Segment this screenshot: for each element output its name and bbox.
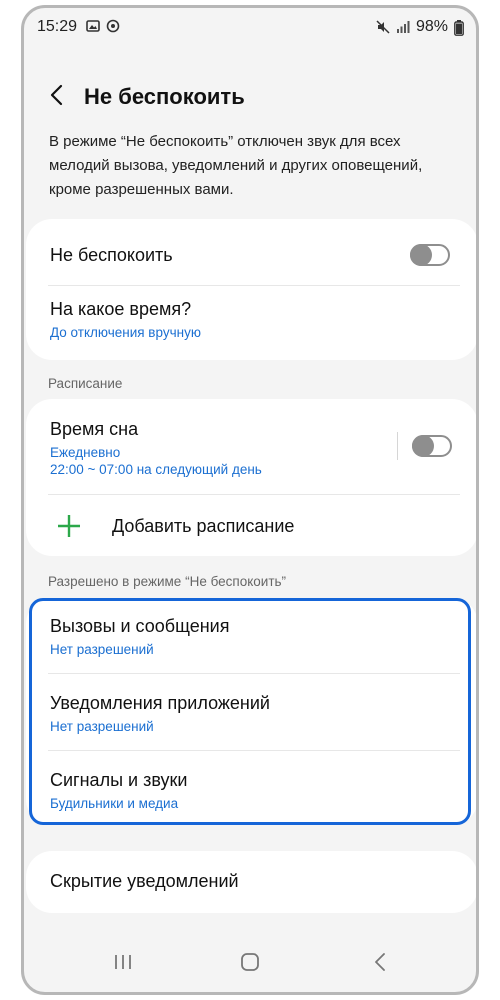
duration-value: До отключения вручную — [50, 325, 201, 340]
add-schedule-label: Добавить расписание — [112, 516, 295, 536]
back-icon — [375, 953, 385, 971]
hide-notifications-title: Скрытие уведомлений — [50, 871, 239, 891]
calls-messages-row[interactable]: Вызовы и сообщения Нет разрешений — [50, 616, 458, 658]
signal-icon — [396, 20, 410, 34]
toggle-knob — [410, 244, 432, 266]
recent-apps-icon — [115, 955, 131, 969]
status-time: 15:29 — [37, 18, 78, 35]
alarms-sounds-title: Сигналы и звуки — [50, 770, 188, 790]
divider — [48, 750, 460, 751]
navigation-bar — [24, 934, 476, 992]
phone-frame: 15:29 98% Не беспокоить В режиме “Не бес… — [21, 5, 479, 995]
mute-icon — [376, 20, 390, 34]
divider — [48, 673, 460, 674]
chevron-left-icon — [50, 84, 63, 106]
toggle-knob — [412, 435, 434, 457]
sleep-schedule-days: Ежедневно — [50, 445, 121, 460]
divider — [48, 285, 460, 286]
sleep-schedule-title: Время сна — [50, 419, 139, 439]
add-schedule-row[interactable]: Добавить расписание — [50, 511, 458, 541]
allowed-section-label: Разрешено в режиме “Не беспокоить” — [48, 574, 287, 589]
app-notifications-row[interactable]: Уведомления приложений Нет разрешений — [50, 693, 458, 735]
sleep-schedule-row[interactable]: Время сна Ежедневно 22:00 ~ 07:00 на сле… — [50, 419, 398, 478]
back-button[interactable] — [42, 80, 72, 110]
nav-back-button[interactable] — [366, 948, 394, 976]
app-notifications-value: Нет разрешений — [50, 719, 154, 734]
dnd-toggle-switch[interactable] — [410, 244, 450, 266]
dnd-toggle-row[interactable]: Не беспокоить — [50, 239, 458, 271]
dnd-toggle-label: Не беспокоить — [50, 245, 173, 265]
duration-title: На какое время? — [50, 299, 192, 319]
battery-icon — [454, 20, 464, 36]
calls-messages-title: Вызовы и сообщения — [50, 616, 230, 636]
app-notifications-title: Уведомления приложений — [50, 693, 270, 713]
sleep-schedule-time: 22:00 ~ 07:00 на следующий день — [50, 462, 262, 477]
hide-notifications-row[interactable]: Скрытие уведомлений — [50, 871, 458, 892]
sleep-schedule-toggle[interactable] — [412, 435, 452, 457]
sync-icon — [106, 19, 120, 33]
vertical-separator — [397, 432, 398, 460]
status-bar: 15:29 98% — [24, 8, 476, 44]
alarms-sounds-value: Будильники и медиа — [50, 796, 179, 811]
image-icon — [86, 19, 100, 33]
schedule-card: Время сна Ежедневно 22:00 ~ 07:00 на сле… — [26, 399, 476, 556]
recent-apps-button[interactable] — [109, 948, 137, 976]
alarms-sounds-row[interactable]: Сигналы и звуки Будильники и медиа — [50, 770, 458, 812]
battery-level: 98% — [415, 18, 448, 35]
duration-row[interactable]: На какое время? До отключения вручную — [50, 299, 458, 341]
schedule-section-label: Расписание — [48, 376, 123, 391]
dnd-settings-card: Не беспокоить На какое время? До отключе… — [26, 219, 476, 360]
allowed-card: Вызовы и сообщения Нет разрешений Уведом… — [26, 598, 476, 825]
page-title: Не беспокоить — [84, 84, 245, 109]
home-icon — [241, 953, 259, 971]
plus-icon — [56, 513, 82, 544]
home-button[interactable] — [236, 948, 264, 976]
hide-notifications-card: Скрытие уведомлений — [26, 851, 476, 913]
divider — [48, 494, 460, 495]
calls-messages-value: Нет разрешений — [50, 642, 154, 657]
app-header: Не беспокоить — [24, 76, 476, 116]
page-description: В режиме “Не беспокоить” отключен звук д… — [49, 133, 423, 198]
